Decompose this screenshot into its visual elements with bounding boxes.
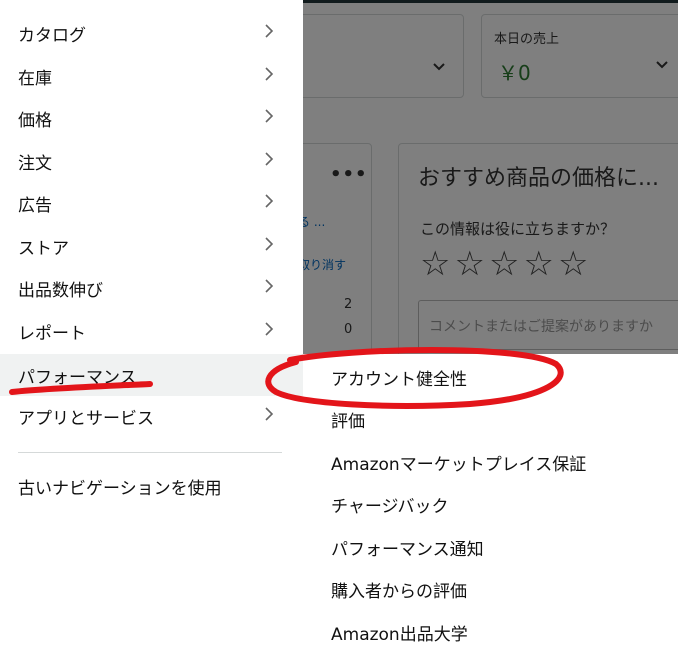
- menu-item-label: 広告: [18, 195, 52, 216]
- submenu-item-chargebacks[interactable]: チャージバック: [331, 492, 448, 517]
- chevron-right-icon: [261, 406, 277, 422]
- menu-item-label: ストア: [18, 238, 69, 259]
- chevron-right-icon: [261, 321, 277, 337]
- chevron-right-icon: [261, 193, 277, 209]
- menu-item-reports[interactable]: レポート: [0, 310, 303, 352]
- submenu-item-a-to-z-guarantee[interactable]: Amazonマーケットプレイス保証: [331, 450, 586, 475]
- menu-item-label: パフォーマンス: [18, 367, 137, 388]
- submenu-item-buyer-reviews[interactable]: 購入者からの評価: [331, 577, 467, 602]
- menu-item-label: カタログ: [18, 25, 86, 46]
- chevron-right-icon: [261, 151, 277, 167]
- menu-item-advertising[interactable]: 広告: [0, 182, 303, 224]
- chevron-right-icon: [261, 236, 277, 252]
- menu-item-performance[interactable]: パフォーマンス: [0, 354, 303, 396]
- menu-item-catalog[interactable]: カタログ: [0, 12, 303, 54]
- menu-item-label: アプリとサービス: [18, 408, 154, 429]
- menu-item-label: 価格: [18, 110, 52, 131]
- menu-item-apps-services[interactable]: アプリとサービス: [0, 395, 303, 437]
- chevron-right-icon: [261, 108, 277, 124]
- menu-divider: [18, 452, 282, 453]
- menu-item-growth[interactable]: 出品数伸び: [0, 267, 303, 309]
- chevron-right-icon: [261, 66, 277, 82]
- submenu-item-feedback[interactable]: 評価: [331, 407, 365, 432]
- menu-item-stores[interactable]: ストア: [0, 225, 303, 267]
- menu-item-label: レポート: [18, 323, 86, 344]
- submenu-item-account-health[interactable]: アカウント健全性: [331, 365, 467, 390]
- main-navigation-menu: カタログ 在庫 価格 注文 広告 ストア 出品数伸び レポート パフォーマンス …: [0, 0, 303, 654]
- menu-item-orders[interactable]: 注文: [0, 140, 303, 182]
- chevron-right-icon: [261, 23, 277, 39]
- use-old-navigation-link[interactable]: 古いナビゲーションを使用: [18, 474, 222, 499]
- menu-item-label: 注文: [18, 153, 52, 174]
- submenu-item-performance-notifications[interactable]: パフォーマンス通知: [331, 535, 484, 560]
- menu-item-inventory[interactable]: 在庫: [0, 55, 303, 97]
- menu-item-pricing[interactable]: 価格: [0, 97, 303, 139]
- chevron-right-icon: [261, 278, 277, 294]
- menu-item-label: 出品数伸び: [18, 280, 103, 301]
- menu-item-label: 在庫: [18, 68, 52, 89]
- submenu-item-seller-university[interactable]: Amazon出品大学: [331, 620, 468, 645]
- performance-submenu: アカウント健全性 評価 Amazonマーケットプレイス保証 チャージバック パフ…: [303, 354, 678, 654]
